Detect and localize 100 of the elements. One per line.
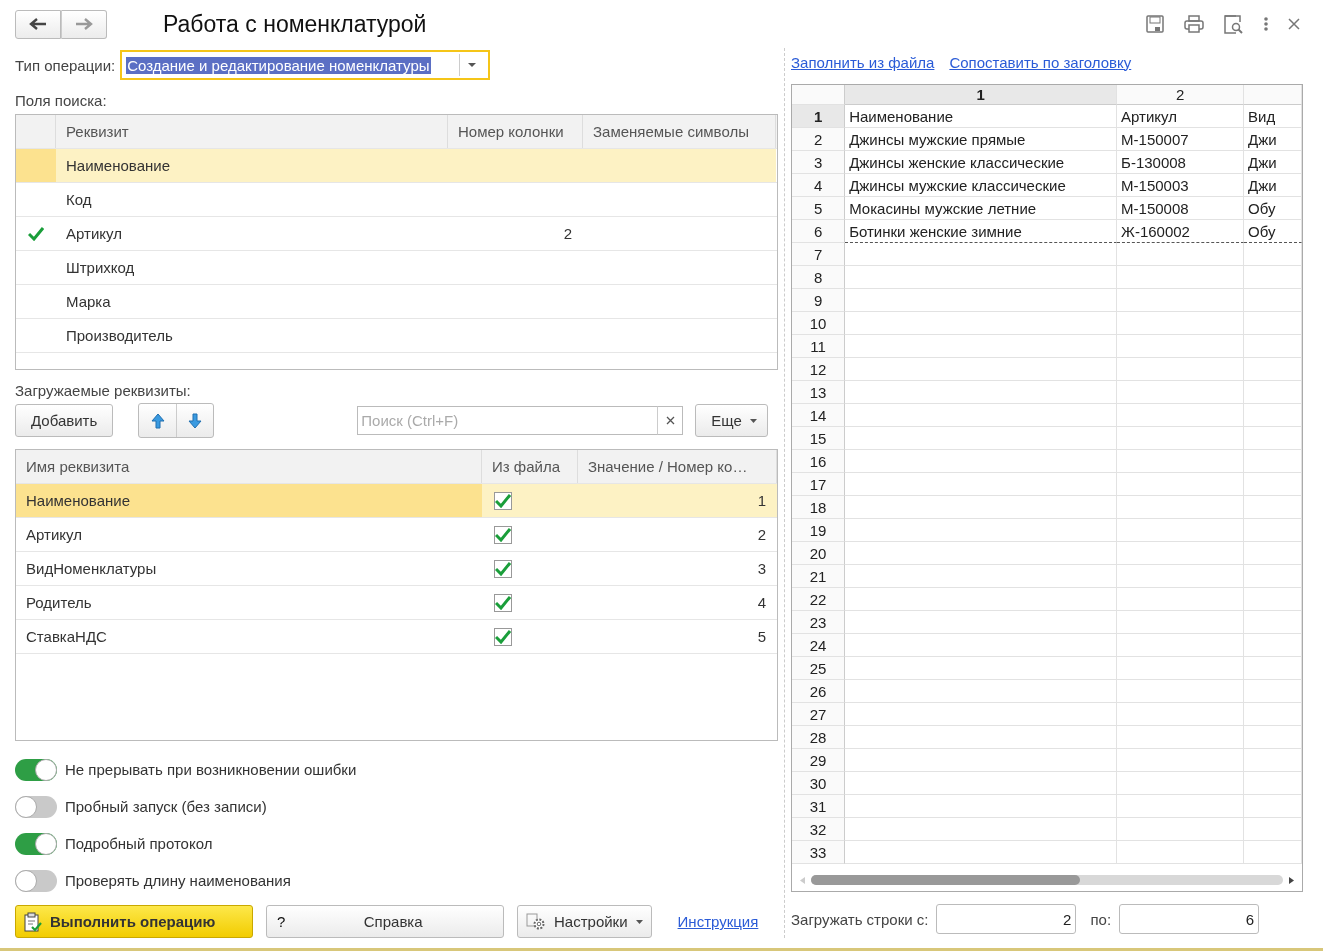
option-label: Не прерывать при возникновении ошибки (65, 761, 357, 778)
settings-button[interactable]: Настройки (517, 905, 652, 938)
row-header[interactable]: 31 (792, 795, 846, 818)
toggle-switch[interactable] (15, 795, 57, 818)
row-header[interactable]: 8 (792, 266, 846, 289)
column-header[interactable]: 2 (1117, 85, 1245, 105)
action-link[interactable]: Заполнить из файла (791, 53, 935, 71)
table-cell: Наименование (66, 157, 170, 174)
checkbox[interactable] (494, 525, 512, 544)
row-header[interactable]: 16 (792, 450, 846, 473)
row-header[interactable]: 6 (792, 220, 846, 243)
row-header[interactable]: 15 (792, 427, 846, 450)
row-header[interactable]: 1 (792, 105, 846, 128)
column-header[interactable]: 1 (845, 85, 1118, 105)
table-row[interactable]: Наименование (16, 149, 777, 183)
table-row[interactable]: Родитель 4 (16, 586, 777, 620)
row-header[interactable]: 13 (792, 381, 846, 404)
help-button[interactable]: ? Справка (266, 905, 504, 938)
row-header[interactable]: 20 (792, 542, 846, 565)
column-header[interactable]: Заменяемые символы (583, 115, 776, 148)
option-label: Проверять длину наименования (65, 872, 291, 889)
checkbox[interactable] (494, 559, 512, 578)
checkmark-icon (495, 629, 511, 644)
table-cell: Марка (66, 293, 111, 310)
sheet-cell (1244, 726, 1302, 749)
row-header[interactable]: 26 (792, 680, 846, 703)
row-header[interactable]: 5 (792, 197, 846, 220)
row-header[interactable]: 24 (792, 634, 846, 657)
row-header[interactable]: 27 (792, 703, 846, 726)
row-header[interactable]: 21 (792, 565, 846, 588)
row-header[interactable]: 30 (792, 772, 846, 795)
run-button[interactable]: Выполнить операцию (15, 905, 253, 938)
preview-icon[interactable] (1224, 14, 1244, 34)
row-from-field[interactable]: 2 (936, 904, 1077, 934)
column-header[interactable]: Реквизит (56, 115, 448, 148)
row-header[interactable]: 29 (792, 749, 846, 772)
column-header[interactable]: Из файла (482, 450, 578, 483)
table-row[interactable]: Код (16, 183, 777, 217)
row-header[interactable]: 10 (792, 312, 846, 335)
table-row[interactable]: Артикул 2 (16, 518, 777, 552)
operation-type-dropdown[interactable]: Создание и редактирование номенклатуры (120, 50, 491, 80)
toggle-switch[interactable] (15, 758, 57, 781)
sheet-cell: Джи (1244, 174, 1302, 197)
sheet-cell: Вид (1244, 105, 1302, 128)
search-field[interactable]: Поиск (Ctrl+F) (357, 406, 658, 435)
sheet-cell (1244, 749, 1302, 772)
add-button[interactable]: Добавить (15, 404, 114, 437)
row-to-field[interactable]: 6 (1119, 904, 1260, 934)
checkbox[interactable] (494, 593, 512, 612)
clipboard-check-icon (24, 911, 42, 932)
table-row[interactable]: ВидНоменклатуры 3 (16, 552, 777, 586)
table-row[interactable]: Марка (16, 285, 777, 319)
row-header[interactable]: 3 (792, 151, 846, 174)
row-header[interactable]: 14 (792, 404, 846, 427)
sheet-cell (1244, 289, 1302, 312)
back-button[interactable] (15, 9, 61, 39)
row-header[interactable]: 19 (792, 519, 846, 542)
sheet-cell: Джинсы женские классические (845, 151, 1118, 174)
clear-button[interactable] (657, 406, 684, 435)
column-header[interactable]: Номер колонки (448, 115, 583, 148)
sheet-cell: Артикул (1117, 105, 1245, 128)
table-row[interactable]: Артикул 2 (16, 217, 777, 251)
column-header[interactable]: Имя реквизита (16, 450, 482, 483)
toggle-switch[interactable] (15, 832, 57, 855)
table-row[interactable]: Штрихкод (16, 251, 777, 285)
corner-cell[interactable] (792, 85, 846, 105)
column-header[interactable]: Значение / Номер ко… (578, 450, 777, 483)
sheet-cell: Джи (1244, 151, 1302, 174)
toggle-switch[interactable] (15, 869, 57, 892)
row-header[interactable]: 23 (792, 611, 846, 634)
row-header[interactable]: 11 (792, 335, 846, 358)
table-row[interactable]: Производитель (16, 319, 777, 353)
scroll-right-icon[interactable] (1289, 876, 1294, 884)
checkbox[interactable] (494, 627, 512, 646)
sheet-cell (1244, 404, 1302, 427)
more-button[interactable]: Еще (695, 404, 768, 437)
row-header[interactable]: 32 (792, 818, 846, 841)
row-header[interactable]: 17 (792, 473, 846, 496)
sheet-cell (1244, 634, 1302, 657)
row-header[interactable]: 28 (792, 726, 846, 749)
row-header[interactable]: 2 (792, 128, 846, 151)
row-header[interactable]: 9 (792, 289, 846, 312)
row-header[interactable]: 25 (792, 657, 846, 680)
more-icon[interactable] (1264, 17, 1268, 31)
sheet-cell (1244, 611, 1302, 634)
action-link[interactable]: Сопоставить по заголовку (949, 53, 1132, 71)
row-header[interactable]: 33 (792, 841, 846, 864)
row-header[interactable]: 18 (792, 496, 846, 519)
instruction-link[interactable]: Инструкция (677, 913, 759, 930)
checkbox[interactable] (494, 491, 512, 510)
row-header[interactable]: 4 (792, 174, 846, 197)
sheet-cell (1244, 381, 1302, 404)
row-header[interactable]: 22 (792, 588, 846, 611)
print-icon[interactable] (1184, 15, 1204, 33)
table-row[interactable]: СтавкаНДС 5 (16, 620, 777, 654)
save-icon[interactable] (1146, 15, 1164, 33)
close-icon[interactable] (1288, 18, 1300, 30)
row-header[interactable]: 12 (792, 358, 846, 381)
checkmark-icon (495, 595, 511, 610)
row-header[interactable]: 7 (792, 243, 846, 266)
